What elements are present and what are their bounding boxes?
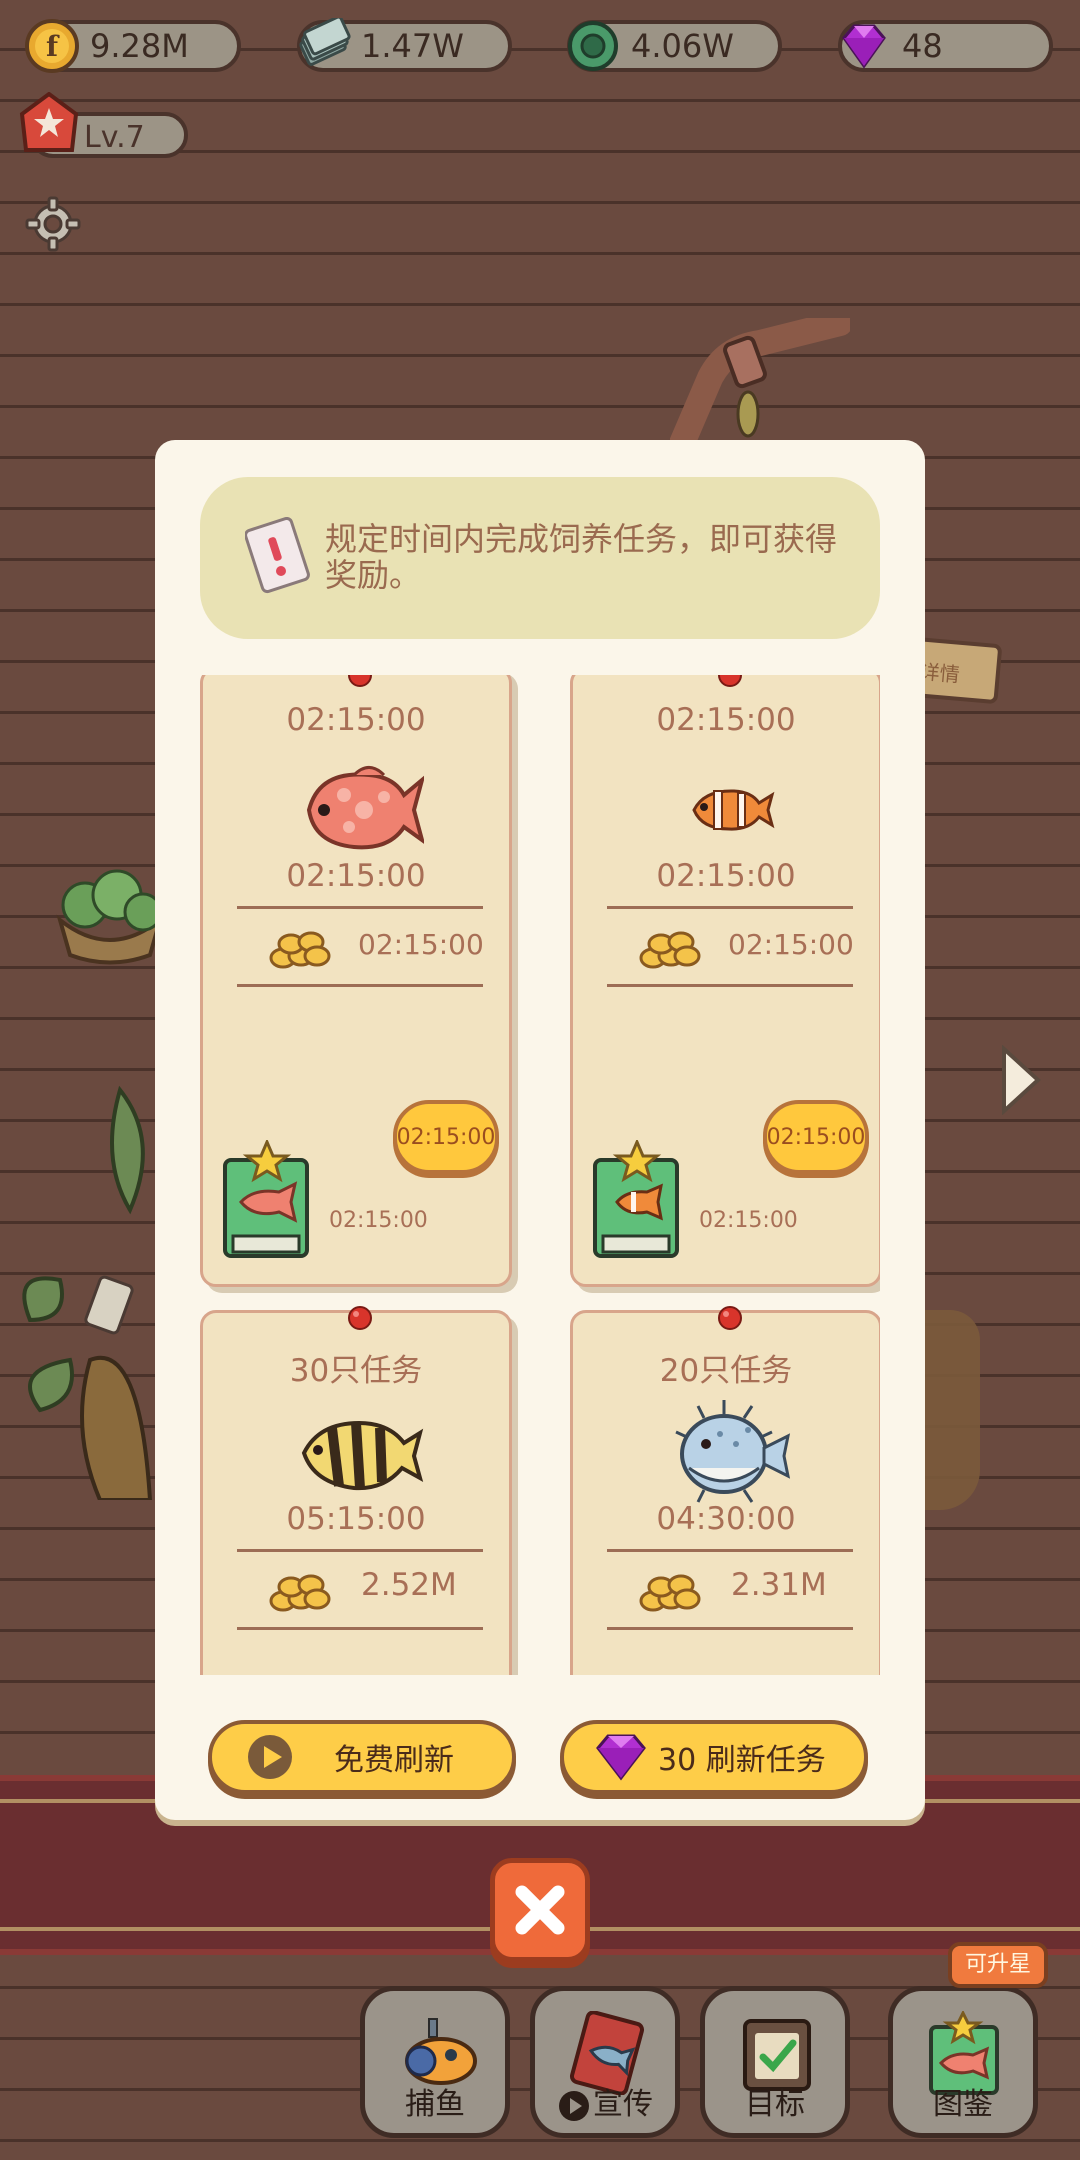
clownfish-icon — [664, 755, 794, 865]
feeding-task-modal: 规定时间内完成饲养任务，即可获得奖励。 02:15:00 02:15:00 02… — [155, 440, 925, 1820]
task-action-button[interactable]: 02:15:00 — [763, 1100, 869, 1174]
divider — [237, 1549, 483, 1552]
settings-gear-icon[interactable] — [24, 195, 82, 253]
task-list[interactable]: 02:15:00 02:15:00 02:15:00 02:15:00 02:1… — [200, 675, 880, 1675]
svg-text:f: f — [46, 30, 60, 63]
fish-book-icon — [219, 1138, 315, 1260]
cash-value: 1.47W — [361, 27, 464, 65]
background-leaf-plant — [10, 1080, 160, 1502]
coins-icon — [635, 922, 703, 972]
nav-collection[interactable]: 图鉴 — [888, 1986, 1038, 2138]
task-action-button[interactable]: 02:15:00 — [393, 1100, 499, 1174]
background-pipe — [667, 310, 853, 461]
level-star-icon — [18, 91, 80, 154]
nav-fishing[interactable]: 捕鱼 — [360, 1986, 510, 2138]
green-gear-icon — [565, 18, 621, 74]
task-reward: 02:15:00 — [358, 928, 484, 961]
upgrade-star-badge: 可升星 — [948, 1942, 1048, 1988]
nav-promotion-text: 宣传 — [593, 2087, 653, 2122]
book-label: 02:15:00 — [699, 1208, 798, 1233]
striped-angelfish-icon — [294, 1398, 424, 1508]
task-reward: 02:15:00 — [728, 928, 854, 961]
gold-coin-icon: f — [24, 18, 80, 74]
task-time: 02:15:00 — [656, 858, 796, 894]
coins-icon — [265, 1565, 333, 1615]
notice-paper-icon — [244, 516, 315, 597]
task-title: 02:15:00 — [656, 702, 796, 738]
gem-refresh-label: 30 刷新任务 — [658, 1743, 826, 1778]
task-card[interactable]: 20只任务 04:30:00 2.31M — [570, 1306, 880, 1675]
fish-book-icon — [589, 1138, 685, 1260]
gem-refresh-button[interactable]: 30 刷新任务 — [560, 1720, 868, 1794]
divider — [237, 906, 483, 909]
gem-resource[interactable]: 48 — [838, 20, 1053, 72]
notice-text: 规定时间内完成饲养任务，即可获得奖励。 — [325, 520, 838, 594]
task-title: 20只任务 — [659, 1353, 793, 1389]
gem-icon — [592, 1732, 650, 1782]
play-video-icon — [559, 2090, 589, 2121]
gem-icon — [836, 18, 892, 74]
pin-icon — [715, 675, 745, 690]
task-title: 02:15:00 — [286, 702, 426, 738]
task-time: 05:15:00 — [286, 1501, 426, 1537]
task-time: 04:30:00 — [656, 1501, 796, 1537]
gold-resource[interactable]: f 9.28M — [24, 18, 241, 74]
task-card[interactable]: 02:15:00 02:15:00 02:15:00 02:15:00 02:1… — [200, 675, 512, 1287]
task-card[interactable]: 02:15:00 02:15:00 02:15:00 02:15:00 02:1… — [570, 675, 880, 1287]
task-reward: 2.52M — [361, 1567, 457, 1603]
task-time: 02:15:00 — [286, 858, 426, 894]
nav-collection-label: 图鉴 — [933, 2087, 993, 2122]
cash-stack-icon — [295, 18, 351, 74]
green-value: 4.06W — [631, 27, 734, 65]
level-text: Lv.7 — [84, 120, 145, 155]
play-video-icon — [246, 1733, 294, 1781]
free-refresh-button[interactable]: 免费刷新 — [208, 1720, 516, 1794]
free-refresh-label: 免费刷新 — [334, 1743, 454, 1778]
divider — [607, 1627, 853, 1630]
task-card[interactable]: 30只任务 05:15:00 2.52M — [200, 1306, 512, 1675]
pufferfish-icon — [664, 1398, 794, 1508]
nav-goals[interactable]: 目标 — [700, 1986, 850, 2138]
nav-goals-label: 目标 — [745, 2087, 805, 2122]
gold-value: 9.28M — [90, 27, 189, 65]
pin-icon — [715, 1303, 745, 1333]
pin-icon — [345, 675, 375, 690]
task-reward: 2.31M — [731, 1567, 827, 1603]
notice-banner: 规定时间内完成饲养任务，即可获得奖励。 — [200, 477, 880, 639]
task-title: 30只任务 — [289, 1353, 423, 1389]
green-resource[interactable]: 4.06W — [567, 20, 782, 72]
coins-icon — [635, 1565, 703, 1615]
pin-icon — [345, 1303, 375, 1333]
cash-resource[interactable]: 1.47W — [295, 18, 512, 74]
nav-promotion[interactable]: 宣传 — [530, 1986, 680, 2138]
book-label: 02:15:00 — [329, 1208, 428, 1233]
red-grouper-fish-icon — [294, 755, 426, 865]
divider — [237, 984, 483, 987]
nav-fishing-label: 捕鱼 — [405, 2087, 465, 2122]
divider — [237, 1627, 483, 1630]
close-icon — [515, 1885, 565, 1935]
coins-icon — [265, 922, 333, 972]
divider — [607, 906, 853, 909]
divider — [607, 984, 853, 987]
close-button[interactable] — [490, 1858, 590, 1962]
gem-value: 48 — [902, 27, 943, 65]
nav-promotion-label: 宣传 — [535, 2079, 675, 2123]
divider — [607, 1549, 853, 1552]
next-arrow-icon[interactable] — [1000, 1044, 1042, 1116]
background-plant — [55, 860, 165, 970]
